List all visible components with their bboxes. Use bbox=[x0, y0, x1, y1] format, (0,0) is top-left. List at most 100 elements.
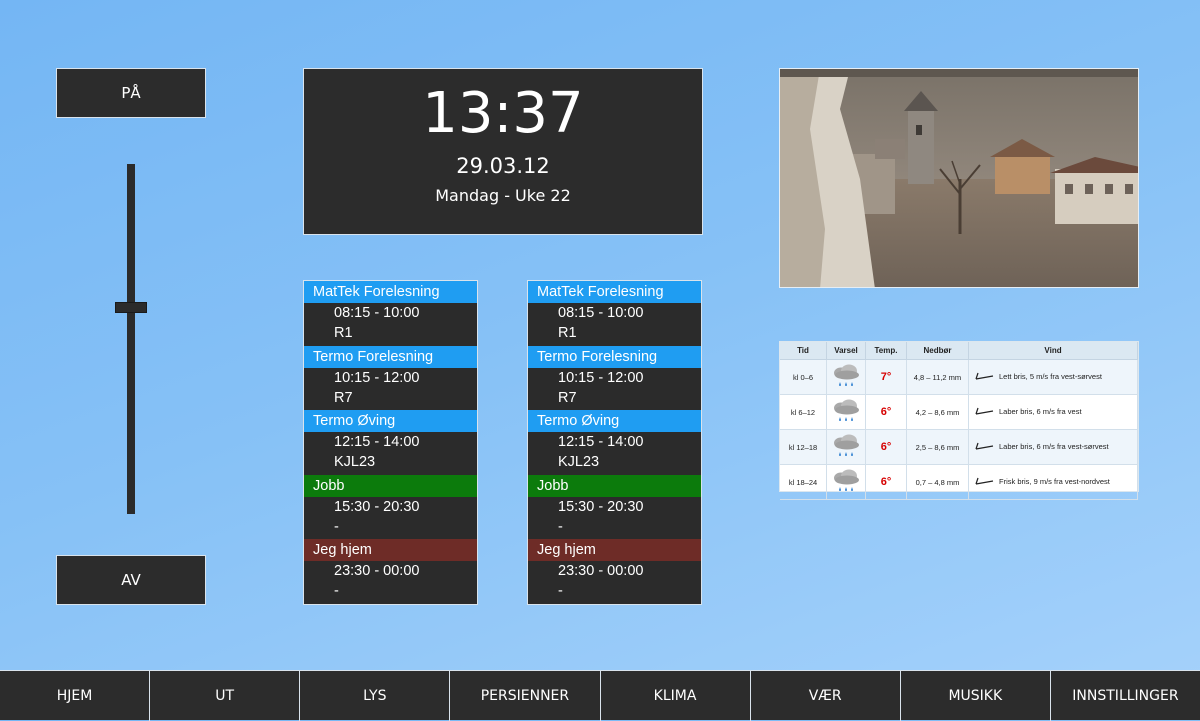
forecast-temp: 6° bbox=[865, 429, 907, 465]
nav-tab-vær[interactable]: VÆR bbox=[749, 671, 900, 721]
rain-cloud-icon bbox=[831, 364, 861, 391]
forecast-time: kl 18–24 bbox=[780, 464, 827, 500]
forecast-wind-cell: Frisk bris, 9 m/s fra vest-nordvest bbox=[968, 464, 1138, 500]
forecast-header-precip: Nedbør bbox=[906, 342, 969, 360]
event-time: 15:30 - 20:30 bbox=[334, 498, 420, 515]
schedule-event[interactable]: Termo Forelesning 10:15 - 12:00 R7 bbox=[528, 345, 701, 411]
event-title: Termo Øving bbox=[528, 410, 701, 433]
event-place: R1 bbox=[334, 325, 353, 341]
event-place: KJL23 bbox=[334, 454, 376, 471]
forecast-wind: Lett bris, 5 m/s fra vest-sørvest bbox=[999, 371, 1102, 381]
forecast-header-temp: Temp. bbox=[865, 342, 907, 360]
forecast-symbol-cell bbox=[826, 394, 866, 430]
schedule-event[interactable]: Termo Øving 12:15 - 14:00 KJL23 bbox=[304, 410, 477, 475]
event-place: - bbox=[558, 583, 563, 600]
on-button[interactable]: PÅ bbox=[56, 68, 206, 118]
event-place: - bbox=[334, 583, 339, 600]
forecast-wind-cell: Laber bris, 6 m/s fra vest bbox=[968, 394, 1138, 430]
event-title: Jeg hjem bbox=[304, 539, 477, 562]
weather-forecast-table: Tid Varsel Temp. Nedbør Vind kl 0–6 7° 4,8… bbox=[779, 341, 1139, 500]
schedule-event[interactable]: Jeg hjem 23:30 - 00:00 - bbox=[528, 539, 701, 604]
schedule-event[interactable]: MatTek Forelesning 08:15 - 10:00 R1 bbox=[528, 281, 701, 346]
schedule-event[interactable]: Termo Forelesning 10:15 - 12:00 R7 bbox=[304, 345, 477, 411]
forecast-wind: Laber bris, 6 m/s fra vest bbox=[999, 406, 1082, 416]
schedule-panel-right: MatTek Forelesning 08:15 - 10:00 R1 Termo F… bbox=[527, 280, 702, 605]
event-place: R1 bbox=[558, 325, 577, 341]
clock-panel: 13:37 29.03.12 Mandag - Uke 22 bbox=[303, 68, 703, 235]
wind-arrow-icon bbox=[975, 406, 995, 418]
rain-cloud-icon bbox=[831, 434, 861, 461]
event-title: MatTek Forelesning bbox=[304, 281, 477, 303]
event-title: Jobb bbox=[304, 474, 477, 497]
event-time: 12:15 - 14:00 bbox=[558, 434, 644, 451]
forecast-header-wind: Vind bbox=[968, 342, 1138, 360]
bottom-navigation: HJEM UT LYS PERSIENNER KLIMA VÆR MUSIKK INNSTIL… bbox=[0, 670, 1200, 721]
event-time: 23:30 - 00:00 bbox=[334, 563, 420, 580]
event-title: Jobb bbox=[528, 474, 701, 497]
forecast-temp: 6° bbox=[865, 464, 907, 500]
forecast-header-time: Tid bbox=[780, 342, 827, 360]
forecast-precip: 4,8 – 11,2 mm bbox=[906, 359, 969, 395]
event-time: 08:15 - 10:00 bbox=[558, 305, 644, 321]
forecast-temp: 6° bbox=[865, 394, 907, 430]
event-title: Termo Forelesning bbox=[304, 345, 477, 368]
forecast-time: kl 12–18 bbox=[780, 429, 827, 465]
forecast-header-symbol: Varsel bbox=[826, 342, 866, 360]
nav-tab-innstillinger[interactable]: INNSTILLINGER bbox=[1049, 671, 1200, 721]
nav-tab-persienner[interactable]: PERSIENNER bbox=[449, 671, 599, 721]
clock-date: 29.03.12 bbox=[456, 154, 550, 178]
schedule-event[interactable]: Jobb 15:30 - 20:30 - bbox=[528, 474, 701, 540]
event-place: - bbox=[334, 518, 339, 535]
forecast-precip: 4,2 – 8,6 mm bbox=[906, 394, 969, 430]
event-title: Termo Forelesning bbox=[528, 345, 701, 368]
event-place: - bbox=[558, 518, 563, 535]
forecast-row: kl 0–6 7° 4,8 – 11,2 mm Lett bris, 5 m/s fr… bbox=[780, 359, 1138, 395]
forecast-wind: Laber bris, 6 m/s fra vest-sørvest bbox=[999, 441, 1109, 451]
forecast-time: kl 0–6 bbox=[780, 359, 827, 395]
event-place: KJL23 bbox=[558, 454, 600, 471]
event-place: R7 bbox=[334, 389, 353, 406]
schedule-event[interactable]: MatTek Forelesning 08:15 - 10:00 R1 bbox=[304, 281, 477, 346]
off-button[interactable]: AV bbox=[56, 555, 206, 605]
schedule-event[interactable]: Jobb 15:30 - 20:30 - bbox=[304, 474, 477, 540]
nav-tab-klima[interactable]: KLIMA bbox=[599, 671, 750, 721]
forecast-wind: Frisk bris, 9 m/s fra vest-nordvest bbox=[999, 476, 1110, 486]
rain-cloud-icon bbox=[831, 469, 861, 496]
schedule-panel-left: MatTek Forelesning 08:15 - 10:00 R1 Termo F… bbox=[303, 280, 478, 605]
event-place: R7 bbox=[558, 389, 577, 406]
event-title: Termo Øving bbox=[304, 410, 477, 433]
nav-tab-musikk[interactable]: MUSIKK bbox=[899, 671, 1050, 721]
nav-tab-ut[interactable]: UT bbox=[149, 671, 299, 721]
rain-cloud-icon bbox=[831, 399, 861, 426]
wind-arrow-icon bbox=[975, 441, 995, 453]
forecast-wind-cell: Laber bris, 6 m/s fra vest-sørvest bbox=[968, 429, 1138, 465]
clock-weekday-week: Mandag - Uke 22 bbox=[435, 186, 571, 205]
dimmer-slider-thumb[interactable] bbox=[115, 302, 147, 313]
event-time: 12:15 - 14:00 bbox=[334, 434, 420, 451]
event-time: 10:15 - 12:00 bbox=[558, 369, 644, 386]
forecast-symbol-cell bbox=[826, 464, 866, 500]
forecast-precip: 2,5 – 8,6 mm bbox=[906, 429, 969, 465]
forecast-symbol-cell bbox=[826, 429, 866, 465]
event-time: 08:15 - 10:00 bbox=[334, 305, 420, 321]
webcam-image bbox=[779, 68, 1139, 288]
wind-arrow-icon bbox=[975, 371, 995, 383]
clock-time: 13:37 bbox=[422, 81, 584, 146]
event-time: 15:30 - 20:30 bbox=[558, 498, 644, 515]
forecast-symbol-cell bbox=[826, 359, 866, 395]
forecast-precip: 0,7 – 4,8 mm bbox=[906, 464, 969, 500]
event-title: MatTek Forelesning bbox=[528, 281, 701, 303]
nav-tab-hjem[interactable]: HJEM bbox=[0, 671, 149, 721]
event-time: 23:30 - 00:00 bbox=[558, 563, 644, 580]
wind-arrow-icon bbox=[975, 476, 995, 488]
event-title: Jeg hjem bbox=[528, 539, 701, 562]
forecast-wind-cell: Lett bris, 5 m/s fra vest-sørvest bbox=[968, 359, 1138, 395]
forecast-row: kl 18–24 6° 0,7 – 4,8 mm Frisk bris, 9 m/s … bbox=[780, 464, 1138, 500]
schedule-event[interactable]: Termo Øving 12:15 - 14:00 KJL23 bbox=[528, 410, 701, 475]
forecast-time: kl 6–12 bbox=[780, 394, 827, 430]
dimmer-slider-track[interactable] bbox=[127, 164, 135, 514]
forecast-row: kl 12–18 6° 2,5 – 8,6 mm Laber bris, 6 m/s … bbox=[780, 429, 1138, 465]
event-time: 10:15 - 12:00 bbox=[334, 369, 420, 386]
schedule-event[interactable]: Jeg hjem 23:30 - 00:00 - bbox=[304, 539, 477, 604]
nav-tab-lys[interactable]: LYS bbox=[299, 671, 449, 721]
